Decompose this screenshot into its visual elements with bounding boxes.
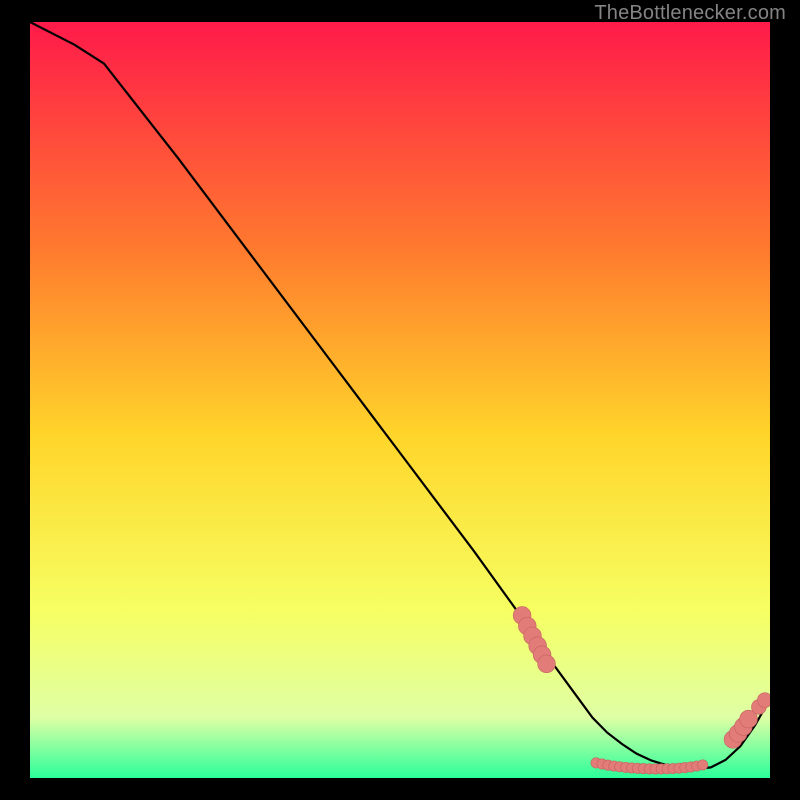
chart-stage: TheBottlenecker.com (0, 0, 800, 800)
chart-background (30, 22, 770, 778)
bottleneck-chart (30, 22, 770, 778)
chart-svg (30, 22, 770, 778)
data-marker (538, 655, 556, 673)
data-marker (757, 693, 770, 708)
data-marker (697, 760, 707, 770)
